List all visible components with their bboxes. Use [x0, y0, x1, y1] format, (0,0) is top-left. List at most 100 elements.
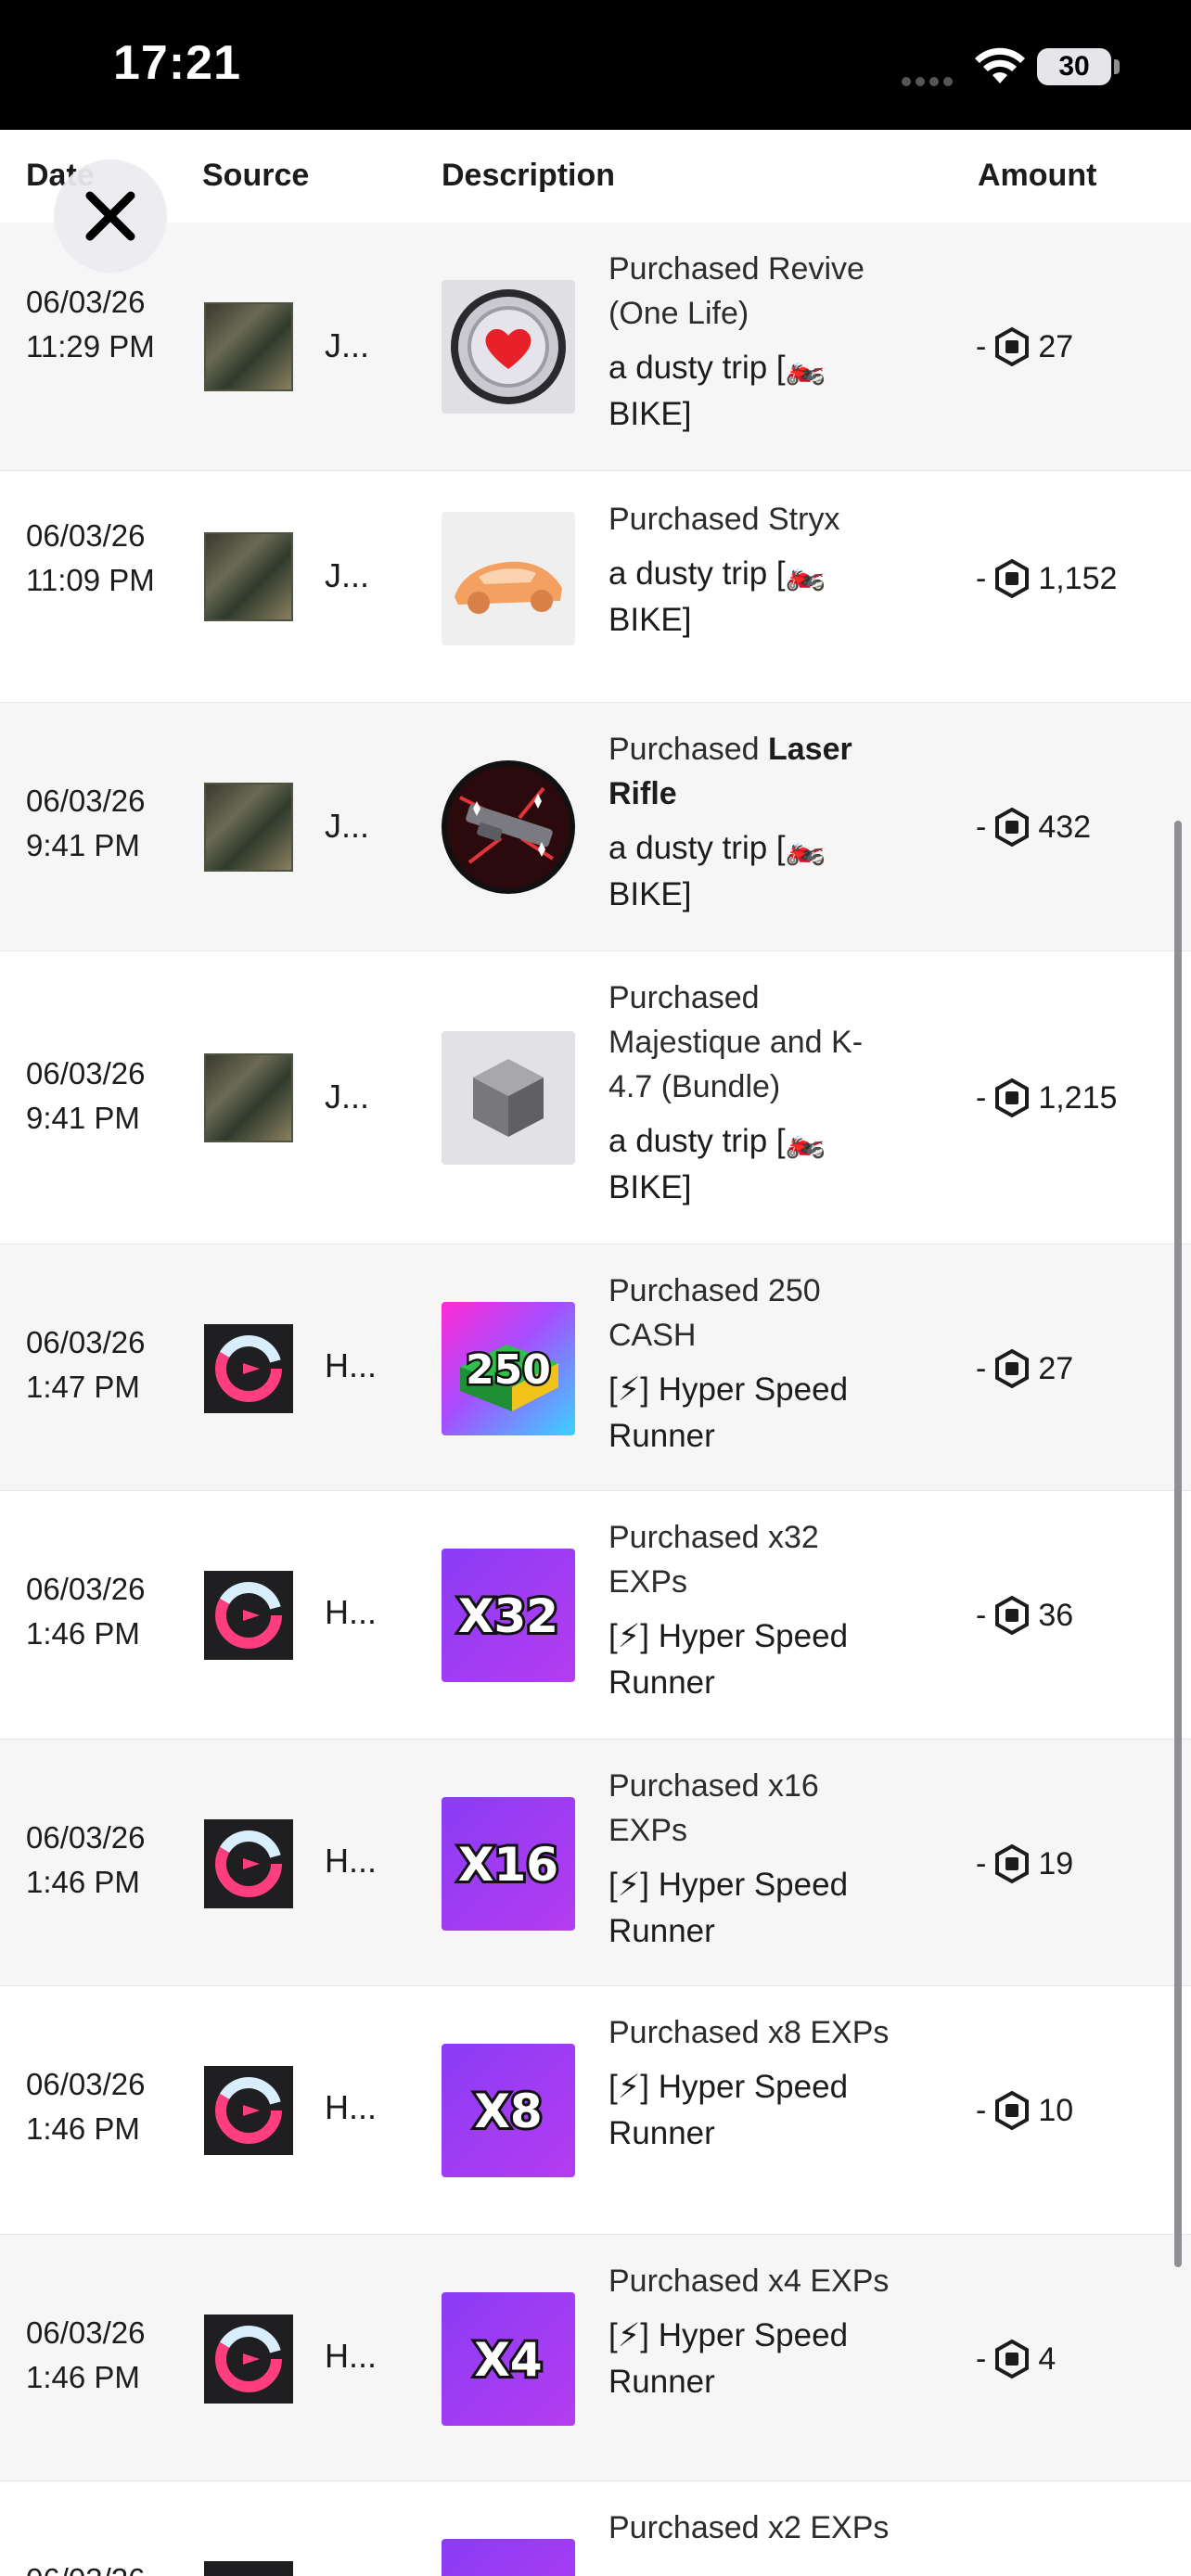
row-description: Purchased Stryx a dusty trip [🏍️ BIKE] — [608, 497, 905, 644]
amount-value: 432 — [1038, 809, 1092, 845]
amount-value: 27 — [1038, 1350, 1074, 1386]
dusty-trip-thumbnail[interactable] — [204, 532, 293, 621]
robux-icon — [995, 1078, 1030, 1118]
row-amount: - 19 — [976, 1843, 1073, 1884]
exp-tile-label: X4 — [474, 2333, 542, 2387]
amount-sign: - — [976, 328, 987, 364]
row-source-name[interactable]: H... — [325, 2337, 377, 2376]
row-source-name[interactable]: H... — [325, 1346, 377, 1385]
battery-indicator: 30 — [1037, 48, 1111, 85]
exp-multiplier-icon: X16 — [442, 1797, 575, 1931]
row-description: Purchased Revive (One Life) a dusty trip… — [608, 247, 905, 438]
row-game-name[interactable]: a dusty trip [🏍️ BIKE] — [608, 345, 905, 438]
hyper-speed-runner-logo[interactable] — [204, 2315, 293, 2404]
table-row[interactable]: 06/03/26 X2 Purchased x2 EXPs — [0, 2481, 1191, 2576]
row-description: Purchased Laser Rifle a dusty trip [🏍️ B… — [608, 727, 905, 918]
hyper-speed-runner-logo[interactable] — [204, 2066, 293, 2155]
status-time: 17:21 — [113, 36, 241, 90]
transactions-list: 06/03/26 11:29 PM J... Purchased Revive … — [0, 223, 1191, 2576]
exp-tile-label: X8 — [474, 2085, 542, 2138]
row-game-name[interactable]: [⚡] Hyper Speed Runner — [608, 2313, 905, 2405]
exp-tile-label: X32 — [458, 1589, 558, 1643]
robux-icon — [995, 2090, 1030, 2131]
hyper-speed-runner-logo[interactable] — [204, 1819, 293, 1908]
row-game-name[interactable]: [⚡] Hyper Speed Runner — [608, 2064, 905, 2157]
row-game-name[interactable]: [⚡] Hyper Speed Runner — [608, 1367, 905, 1460]
row-amount: - 36 — [976, 1595, 1073, 1636]
row-source-name[interactable]: H... — [325, 1593, 377, 1632]
row-amount: - 4 — [976, 2339, 1056, 2379]
robux-icon — [995, 1843, 1030, 1884]
row-amount: - 1,152 — [976, 558, 1117, 599]
row-source-name[interactable]: H... — [325, 2088, 377, 2127]
cellular-signal-icon — [902, 74, 957, 86]
table-row[interactable]: 06/03/26 1:46 PM H... X32 Purchased x32 … — [0, 1491, 1191, 1740]
row-game-name[interactable]: a dusty trip [🏍️ BIKE] — [608, 825, 905, 918]
row-source-name[interactable]: J... — [325, 556, 369, 595]
revive-heart-icon — [442, 280, 575, 414]
row-date: 06/03/26 1:47 PM — [26, 1325, 146, 1404]
row-game-name[interactable]: [⚡] Hyper Speed Runner — [608, 1613, 905, 1706]
row-date: 06/03/26 1:46 PM — [26, 1820, 146, 1899]
scrollbar[interactable] — [1174, 821, 1182, 2267]
row-description: Purchased x2 EXPs — [608, 2506, 905, 2550]
header-source: Source — [202, 158, 310, 193]
row-title: Purchased Stryx — [608, 502, 840, 537]
robux-icon — [995, 807, 1030, 848]
amount-sign: - — [976, 1597, 987, 1633]
status-bar: 17:21 30 — [0, 0, 1191, 130]
row-description: Purchased x32 EXPs [⚡] Hyper Speed Runne… — [608, 1515, 905, 1706]
table-row[interactable]: 06/03/26 1:47 PM H... 250 Purchased 250 … — [0, 1244, 1191, 1491]
hyper-speed-runner-logo[interactable] — [204, 1571, 293, 1660]
table-row[interactable]: 06/03/26 1:46 PM H... X16 Purchased x16 … — [0, 1740, 1191, 1986]
amount-value: 27 — [1038, 328, 1074, 364]
amount-sign: - — [976, 2092, 987, 2128]
amount-value: 1,215 — [1038, 1079, 1118, 1116]
orange-car-icon — [442, 512, 575, 645]
row-source-name[interactable]: H... — [325, 1842, 377, 1881]
dusty-trip-thumbnail[interactable] — [204, 783, 293, 872]
table-row[interactable]: 06/03/26 1:46 PM H... X8 Purchased x8 EX… — [0, 1986, 1191, 2235]
hyper-speed-runner-logo[interactable] — [204, 2561, 293, 2576]
hyper-speed-runner-logo[interactable] — [204, 1324, 293, 1413]
dusty-trip-thumbnail[interactable] — [204, 302, 293, 391]
row-title: Purchased x2 EXPs — [608, 2510, 890, 2545]
table-row[interactable]: 06/03/26 11:29 PM J... Purchased Revive … — [0, 223, 1191, 471]
robux-icon — [995, 326, 1030, 367]
row-description: Purchased x8 EXPs [⚡] Hyper Speed Runner — [608, 2010, 905, 2157]
row-source-name[interactable]: J... — [325, 1078, 369, 1116]
row-description: Purchased x4 EXPs [⚡] Hyper Speed Runner — [608, 2259, 905, 2405]
row-date: 06/03/26 9:41 PM — [26, 784, 146, 862]
table-row[interactable]: 06/03/26 11:09 PM J... Purchased Stryx a… — [0, 471, 1191, 703]
header-amount: Amount — [978, 158, 1097, 193]
robux-icon — [995, 2339, 1030, 2379]
battery-nub — [1114, 59, 1120, 74]
row-game-name[interactable]: [⚡] Hyper Speed Runner — [608, 1862, 905, 1955]
amount-sign: - — [976, 1845, 987, 1881]
row-source-name[interactable]: J... — [325, 807, 369, 846]
amount-sign: - — [976, 1350, 987, 1386]
row-source-name[interactable]: J... — [325, 326, 369, 365]
row-title: Purchased 250 CASH — [608, 1273, 821, 1353]
exp-multiplier-icon: X32 — [442, 1549, 575, 1682]
table-row[interactable]: 06/03/26 1:46 PM H... X4 Purchased x4 EX… — [0, 2235, 1191, 2481]
dusty-trip-thumbnail[interactable] — [204, 1053, 293, 1142]
row-date: 06/03/26 1:46 PM — [26, 1572, 146, 1651]
row-description: Purchased x16 EXPs [⚡] Hyper Speed Runne… — [608, 1764, 905, 1955]
amount-value: 4 — [1038, 2340, 1057, 2377]
amount-value: 1,152 — [1038, 560, 1118, 596]
row-date: 06/03/26 11:09 PM — [26, 518, 155, 597]
exp-multiplier-icon: X2 — [442, 2539, 575, 2576]
row-title: Purchased x8 EXPs — [608, 2015, 890, 2050]
row-game-name[interactable]: a dusty trip [🏍️ BIKE] — [608, 551, 905, 644]
close-button[interactable] — [54, 159, 167, 273]
table-row[interactable]: 06/03/26 9:41 PM J... Purchased Majestiq… — [0, 951, 1191, 1244]
row-game-name[interactable]: a dusty trip [🏍️ BIKE] — [608, 1118, 905, 1211]
header-description: Description — [442, 158, 616, 193]
exp-multiplier-icon: X4 — [442, 2292, 575, 2426]
wifi-icon — [975, 47, 1025, 83]
amount-sign: - — [976, 1079, 987, 1116]
row-amount: - 27 — [976, 1348, 1073, 1389]
table-row[interactable]: 06/03/26 9:41 PM J... Purchased Laser Ri… — [0, 703, 1191, 951]
row-title: Purchased Majestique and K-4.7 (Bundle) — [608, 980, 864, 1104]
